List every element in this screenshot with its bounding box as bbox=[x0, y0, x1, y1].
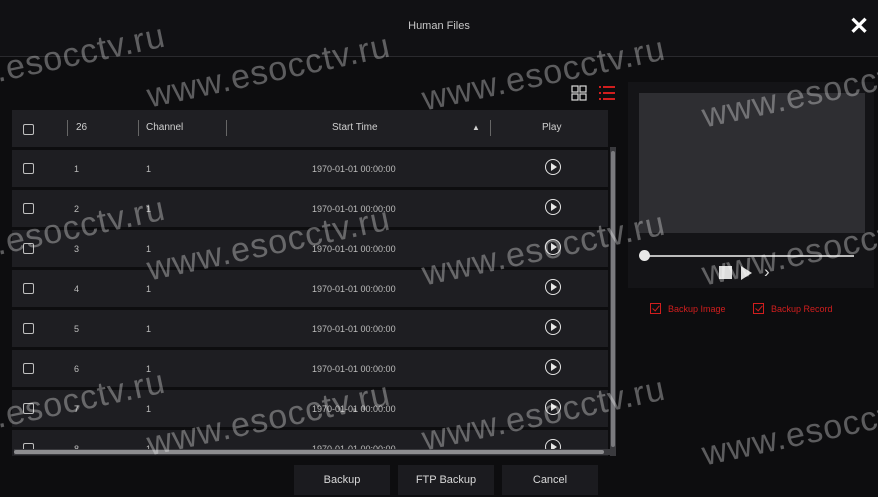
row-index: 3 bbox=[74, 244, 80, 254]
play-icon[interactable] bbox=[545, 239, 561, 255]
window-title: Human Files bbox=[408, 20, 470, 32]
row-checkbox[interactable] bbox=[23, 363, 34, 374]
row-index: 7 bbox=[74, 404, 80, 414]
row-start-time: 1970-01-01 00:00:00 bbox=[312, 404, 396, 414]
play-icon[interactable] bbox=[545, 319, 561, 335]
table-row[interactable]: 2 1 1970-01-01 00:00:00 bbox=[12, 190, 608, 227]
play-icon[interactable] bbox=[545, 199, 561, 215]
row-start-time: 1970-01-01 00:00:00 bbox=[312, 284, 396, 294]
vertical-scroll-thumb[interactable] bbox=[611, 151, 615, 447]
header-channel[interactable]: Channel bbox=[146, 122, 183, 133]
row-checkbox[interactable] bbox=[23, 203, 34, 214]
row-channel: 1 bbox=[146, 324, 152, 334]
playback-progress-bar[interactable] bbox=[644, 255, 854, 257]
row-start-time: 1970-01-01 00:00:00 bbox=[312, 324, 396, 334]
column-separator bbox=[138, 120, 139, 136]
row-checkbox[interactable] bbox=[23, 243, 34, 254]
row-channel: 1 bbox=[146, 284, 152, 294]
table-row[interactable]: 4 1 1970-01-01 00:00:00 bbox=[12, 270, 608, 307]
column-separator bbox=[67, 120, 68, 136]
horizontal-scrollbar[interactable] bbox=[14, 449, 614, 455]
header-count: 26 bbox=[76, 122, 88, 133]
row-start-time: 1970-01-01 00:00:00 bbox=[312, 204, 396, 214]
backup-record-label: Backup Record bbox=[771, 304, 833, 314]
play-icon[interactable] bbox=[741, 266, 752, 280]
row-checkbox[interactable] bbox=[23, 403, 34, 414]
row-index: 2 bbox=[74, 204, 80, 214]
column-separator bbox=[490, 120, 491, 136]
header-play: Play bbox=[542, 122, 562, 133]
ftp-backup-button[interactable]: FTP Backup bbox=[398, 465, 494, 495]
header-start-time[interactable]: Start Time bbox=[332, 122, 378, 133]
table-row[interactable]: 6 1 1970-01-01 00:00:00 bbox=[12, 350, 608, 387]
title-bar: Human Files ✕ bbox=[0, 0, 878, 57]
thumbnail-view-icon[interactable] bbox=[570, 83, 588, 103]
select-all-checkbox[interactable] bbox=[23, 124, 34, 135]
row-index: 6 bbox=[74, 364, 80, 374]
stop-icon[interactable] bbox=[719, 266, 732, 279]
table-row[interactable]: 7 1 1970-01-01 00:00:00 bbox=[12, 390, 608, 427]
vertical-scrollbar[interactable] bbox=[610, 147, 616, 456]
play-icon[interactable] bbox=[545, 159, 561, 175]
row-start-time: 1970-01-01 00:00:00 bbox=[312, 244, 396, 254]
row-checkbox[interactable] bbox=[23, 323, 34, 334]
preview-panel: › bbox=[628, 82, 874, 288]
row-channel: 1 bbox=[146, 244, 152, 254]
table-row[interactable]: 5 1 1970-01-01 00:00:00 bbox=[12, 310, 608, 347]
list-view-icon[interactable] bbox=[598, 83, 616, 103]
table-row[interactable]: 3 1 1970-01-01 00:00:00 bbox=[12, 230, 608, 267]
row-checkbox[interactable] bbox=[23, 283, 34, 294]
watermark: www.esocctv.ru bbox=[698, 384, 878, 474]
table-row[interactable]: 1 1 1970-01-01 00:00:00 bbox=[12, 150, 608, 187]
play-icon[interactable] bbox=[545, 279, 561, 295]
checkbox-checked-icon[interactable] bbox=[753, 303, 764, 314]
table-header: 26 Channel Start Time ▲ Play bbox=[12, 110, 608, 147]
row-index: 1 bbox=[74, 164, 80, 174]
row-channel: 1 bbox=[146, 364, 152, 374]
row-channel: 1 bbox=[146, 404, 152, 414]
close-icon[interactable]: ✕ bbox=[846, 14, 872, 40]
playback-progress-knob[interactable] bbox=[639, 250, 650, 261]
row-index: 4 bbox=[74, 284, 80, 294]
next-icon[interactable]: › bbox=[764, 263, 770, 281]
cancel-button[interactable]: Cancel bbox=[502, 465, 598, 495]
row-channel: 1 bbox=[146, 164, 152, 174]
row-checkbox[interactable] bbox=[23, 163, 34, 174]
row-start-time: 1970-01-01 00:00:00 bbox=[312, 164, 396, 174]
preview-screen bbox=[639, 93, 865, 233]
row-start-time: 1970-01-01 00:00:00 bbox=[312, 364, 396, 374]
backup-image-label: Backup Image bbox=[668, 304, 726, 314]
row-index: 5 bbox=[74, 324, 80, 334]
file-table: 26 Channel Start Time ▲ Play 1 1 1970-01… bbox=[12, 110, 616, 456]
backup-button[interactable]: Backup bbox=[294, 465, 390, 495]
horizontal-scroll-thumb[interactable] bbox=[14, 450, 604, 454]
sort-ascending-icon[interactable]: ▲ bbox=[472, 123, 480, 132]
column-separator bbox=[226, 120, 227, 136]
play-icon[interactable] bbox=[545, 359, 561, 375]
play-icon[interactable] bbox=[545, 399, 561, 415]
checkbox-checked-icon[interactable] bbox=[650, 303, 661, 314]
row-channel: 1 bbox=[146, 204, 152, 214]
